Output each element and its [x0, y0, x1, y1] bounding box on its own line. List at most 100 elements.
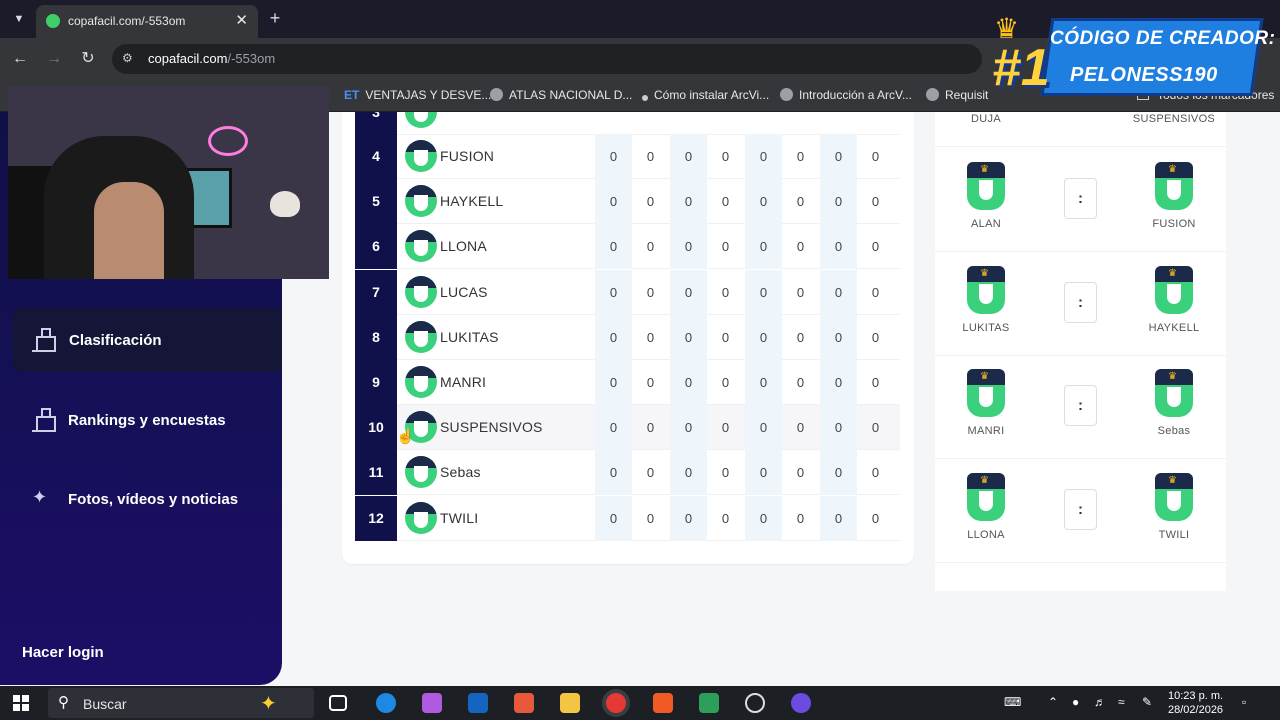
match-away-team[interactable]: ♛ HAYKELL: [1129, 265, 1219, 334]
team-name[interactable]: SUSPENSIVOS: [440, 419, 543, 435]
stat-cell: 0: [871, 239, 880, 255]
match-row[interactable]: ♛ LLONA: ♛ TWILI: [935, 459, 1226, 563]
bookmark-item[interactable]: ATLAS NACIONAL D...: [490, 88, 632, 102]
match-away-team[interactable]: ♛ FUSION: [1129, 162, 1219, 230]
task-view-icon[interactable]: [329, 695, 347, 711]
streamer-face: [94, 182, 164, 279]
microphone-icon[interactable]: ●: [1072, 695, 1079, 709]
store-icon[interactable]: [514, 693, 534, 713]
stat-cell: 0: [820, 134, 857, 179]
match-home-team[interactable]: ♛ LUKITAS: [941, 265, 1031, 334]
table-row-partial[interactable]: 3: [355, 112, 900, 135]
network-icon[interactable]: ≈: [1118, 695, 1125, 709]
stat-cell: 0: [871, 420, 880, 436]
match-row[interactable]: ♛ ALAN: ♛ FUSION: [935, 148, 1226, 252]
volume-icon[interactable]: ♬: [1094, 695, 1106, 709]
table-row[interactable]: 8 LUKITAS 0 0 0 0 0 0 0 0: [355, 314, 900, 360]
search-placeholder: Buscar: [83, 696, 127, 712]
stat-cell: 0: [796, 465, 805, 481]
match-score[interactable]: :: [1064, 178, 1097, 219]
sheets-icon[interactable]: [699, 693, 719, 713]
close-tab-icon[interactable]: ✕: [235, 11, 248, 29]
tab-search-icon[interactable]: ▼: [8, 8, 30, 30]
match-home-team[interactable]: ♛ MANRI: [941, 369, 1031, 437]
bookmark-item[interactable]: Introducción a ArcV...: [780, 88, 912, 102]
url-text: copafacil.com/-553om: [148, 51, 276, 66]
team-logo-icon: [405, 185, 437, 218]
team-name[interactable]: MANRI: [440, 374, 486, 390]
chrome-icon[interactable]: [606, 693, 626, 713]
pen-icon[interactable]: ✎: [1142, 695, 1152, 709]
table-row[interactable]: 9 MANRI 0 0 0 0 0 0 0 0: [355, 360, 900, 405]
team-name[interactable]: Sebas: [440, 464, 481, 480]
table-row[interactable]: 12 TWILI 0 0 0 0 0 0 0 0: [355, 495, 900, 541]
brave-icon[interactable]: [653, 693, 673, 713]
creator-code-banner: ♛ #1 CÓDIGO DE CREADOR: PELONESS190: [990, 12, 1275, 102]
table-row[interactable]: 5 HAYKELL 0 0 0 0 0 0 0 0: [355, 179, 900, 225]
forward-icon[interactable]: →: [43, 48, 65, 70]
match-away-team[interactable]: ♛ Sebas: [1129, 369, 1219, 437]
team-name[interactable]: FUSION: [440, 148, 494, 164]
taskbar-clock[interactable]: 10:23 p. m. 28/02/2026: [1168, 689, 1223, 717]
file-explorer-icon[interactable]: [560, 693, 580, 713]
table-row[interactable]: 4 FUSION 0 0 0 0 0 0 0 0: [355, 134, 900, 179]
match-away-team[interactable]: ♛ TWILI: [1129, 472, 1219, 541]
table-row[interactable]: 11 Sebas 0 0 0 0 0 0 0 0: [355, 450, 900, 496]
match-home-name: LUKITAS: [962, 321, 1010, 334]
dot-icon: [642, 95, 648, 101]
taskbar-search[interactable]: ⚲ Buscar ✦: [48, 688, 314, 718]
stat-cell: 0: [796, 375, 805, 390]
position-badge: 4: [355, 134, 397, 179]
discord-icon[interactable]: [791, 693, 811, 713]
bookmark-item[interactable]: ET VENTAJAS Y DESVE...: [344, 88, 491, 102]
team-name[interactable]: LLONA: [440, 238, 487, 254]
sidebar-item-clasificacion[interactable]: Clasificación: [12, 308, 282, 372]
notification-icon[interactable]: ▫: [1242, 695, 1246, 709]
copilot-icon[interactable]: [422, 693, 442, 713]
keyboard-icon[interactable]: ⌨: [1004, 695, 1021, 709]
table-row[interactable]: 10 SUSPENSIVOS 0 0 0 0 0 0 0 0: [355, 405, 900, 451]
sidebar-item-rankings[interactable]: Rankings y encuestas: [12, 388, 282, 452]
site-info-icon[interactable]: ⚙: [122, 51, 133, 65]
stat-cell: 0: [745, 224, 782, 270]
url-field[interactable]: ⚙ copafacil.com/-553om: [112, 44, 982, 74]
back-icon[interactable]: ←: [9, 48, 31, 70]
table-row[interactable]: 7 LUCAS 0 0 0 0 0 0 0 0: [355, 269, 900, 315]
new-tab-icon[interactable]: +: [265, 8, 285, 28]
reload-icon[interactable]: ↻: [77, 48, 99, 70]
match-score[interactable]: :: [1064, 385, 1097, 426]
stat-cell: 0: [871, 194, 880, 210]
match-home-team[interactable]: ♛ ALAN: [941, 162, 1031, 230]
team-shield-icon: ♛: [967, 472, 1005, 521]
stat-cell: 0: [670, 314, 707, 360]
edge-icon[interactable]: [376, 693, 396, 713]
table-row[interactable]: 6 LLONA 0 0 0 0 0 0 0 0: [355, 224, 900, 270]
team-name[interactable]: LUKITAS: [440, 329, 499, 345]
match-away-name: HAYKELL: [1148, 321, 1200, 334]
bookmark-item[interactable]: Cómo instalar ArcVi...: [642, 88, 769, 102]
match-score[interactable]: :: [1064, 488, 1097, 530]
stat-cell: 0: [745, 360, 782, 405]
match-row[interactable]: ♛ LUKITAS: ♛ HAYKELL: [935, 252, 1226, 356]
outlook-icon[interactable]: [468, 693, 488, 713]
webcam-overlay: [8, 86, 329, 279]
windows-start-icon[interactable]: [13, 695, 29, 711]
sidebar-item-media[interactable]: ✦ Fotos, vídeos y noticias: [12, 467, 282, 531]
match-away-name: SUSPENSIVOS: [1132, 113, 1216, 125]
match-row[interactable]: ♛ MANRI: ♛ Sebas: [935, 355, 1226, 459]
position-badge: 5: [355, 179, 397, 225]
team-name[interactable]: LUCAS: [440, 284, 488, 300]
match-home-team[interactable]: ♛ LLONA: [941, 472, 1031, 541]
team-name[interactable]: HAYKELL: [440, 193, 503, 209]
team-logo-icon: [405, 275, 437, 308]
match-score[interactable]: :: [1064, 281, 1097, 323]
clock-app-icon[interactable]: [745, 693, 765, 713]
browser-tab[interactable]: copafacil.com/-553om ✕: [36, 5, 258, 38]
position-badge: 11: [355, 450, 397, 496]
team-name[interactable]: TWILI: [440, 510, 478, 526]
crown-icon: ♛: [1168, 474, 1177, 486]
login-link[interactable]: Hacer login: [22, 644, 104, 661]
chevron-up-icon[interactable]: ⌃: [1048, 695, 1058, 709]
stat-cell: 0: [820, 224, 857, 270]
sidebar-item-label: Clasificación: [69, 332, 162, 349]
